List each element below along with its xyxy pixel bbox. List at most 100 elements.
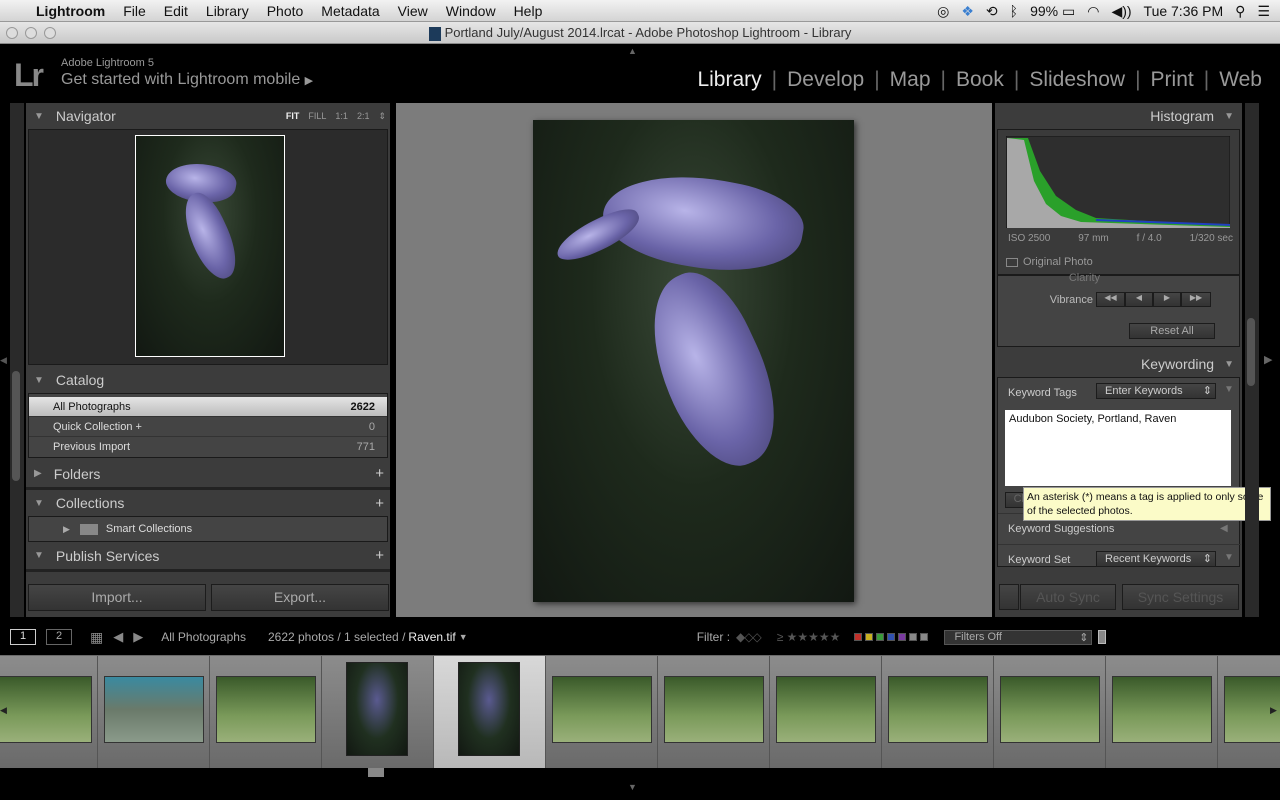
zoom-button[interactable] xyxy=(44,27,56,39)
sync-settings-button[interactable]: Sync Settings xyxy=(1122,584,1239,610)
menu-lightroom[interactable]: Lightroom xyxy=(27,3,114,19)
color-filter-swatch[interactable] xyxy=(920,633,929,641)
color-filter-swatch[interactable] xyxy=(887,633,896,641)
menu-library[interactable]: Library xyxy=(197,3,258,19)
import-button[interactable]: Import... xyxy=(28,584,206,611)
reset-all-button[interactable]: Reset All xyxy=(1129,323,1215,339)
keywords-textarea[interactable]: Audubon Society, Portland, Raven xyxy=(1005,410,1231,486)
filmstrip-thumbnail[interactable] xyxy=(216,676,316,743)
filmstrip-thumbnail[interactable] xyxy=(1000,676,1100,743)
keywording-header[interactable]: Keywording ▼ xyxy=(995,351,1242,377)
filmstrip-cell[interactable] xyxy=(770,656,882,768)
mobile-promo[interactable]: Get started with Lightroom mobile ▶ xyxy=(61,71,313,89)
module-print[interactable]: Print xyxy=(1151,68,1194,92)
navigator-thumbnail[interactable] xyxy=(135,135,285,357)
minimize-button[interactable] xyxy=(25,27,37,39)
source-label[interactable]: All Photographs xyxy=(161,630,246,644)
creative-cloud-icon[interactable]: ◎ xyxy=(937,3,949,20)
keyword-tags-select[interactable]: Enter Keywords ⇕ xyxy=(1096,383,1216,399)
filmstrip-thumbnail[interactable] xyxy=(104,676,204,743)
module-web[interactable]: Web xyxy=(1219,68,1262,92)
filmstrip-cell[interactable] xyxy=(434,656,546,768)
filmstrip-thumbnail[interactable] xyxy=(458,662,520,756)
publish-services-header[interactable]: ▼ Publish Services + xyxy=(26,542,390,572)
previous-arrow-icon[interactable]: ◀ xyxy=(113,629,123,645)
chevron-down-icon[interactable]: ▼ xyxy=(459,632,468,642)
clock[interactable]: Tue 7:36 PM xyxy=(1144,3,1224,19)
histogram-chart[interactable] xyxy=(1006,136,1230,228)
menu-window[interactable]: Window xyxy=(437,3,505,19)
auto-sync-button[interactable]: Auto Sync xyxy=(1020,584,1116,610)
vibrance-decrease-large-button[interactable]: ◀◀ xyxy=(1096,292,1125,307)
menu-file[interactable]: File xyxy=(114,3,155,19)
catalog-item-quick-collection[interactable]: Quick Collection + 0 xyxy=(29,417,387,437)
original-photo-toggle[interactable]: Original Photo xyxy=(1006,256,1093,268)
filmstrip-scrollbar[interactable] xyxy=(368,768,384,777)
flag-filter-icons[interactable]: ◆◇◇ xyxy=(736,630,762,644)
navigator-preview[interactable] xyxy=(28,129,388,365)
left-scroll-track[interactable] xyxy=(10,103,24,617)
filmstrip-thumbnail[interactable] xyxy=(346,662,408,756)
module-map[interactable]: Map xyxy=(890,68,931,92)
close-button[interactable] xyxy=(6,27,18,39)
catalog-item-all-photographs[interactable]: All Photographs 2622 xyxy=(29,397,387,417)
add-publish-service-icon[interactable]: + xyxy=(375,547,384,564)
histogram-header[interactable]: Histogram ▼ xyxy=(995,103,1242,129)
collapse-left-icon[interactable]: ◀ xyxy=(0,355,7,366)
loupe-view[interactable] xyxy=(396,103,992,617)
rating-filter-stars[interactable]: ≥ ★★★★★ xyxy=(777,630,841,644)
color-filter-swatch[interactable] xyxy=(909,633,918,641)
filmstrip-cell[interactable] xyxy=(0,656,98,768)
color-filter-swatch[interactable] xyxy=(865,633,874,641)
folders-header[interactable]: ▶ Folders + xyxy=(26,460,390,490)
navigator-header[interactable]: ▼ Navigator FIT FILL 1:1 2:1 ⇕ xyxy=(26,103,390,129)
filmstrip-cell[interactable] xyxy=(1106,656,1218,768)
color-filter-swatch[interactable] xyxy=(854,633,863,641)
battery-icon[interactable]: ▭ xyxy=(1062,3,1075,19)
spotlight-icon[interactable]: ⚲ xyxy=(1235,3,1245,20)
notification-center-icon[interactable]: ☰ xyxy=(1257,3,1270,20)
collapse-right-icon[interactable]: ▶ xyxy=(1264,353,1272,366)
catalog-header[interactable]: ▼ Catalog xyxy=(26,367,390,393)
checkbox-icon[interactable] xyxy=(1006,257,1018,267)
time-machine-icon[interactable]: ⟲ xyxy=(986,3,998,20)
module-slideshow[interactable]: Slideshow xyxy=(1029,68,1125,92)
vibrance-increase-large-button[interactable]: ▶▶ xyxy=(1181,292,1211,307)
collapse-top-icon[interactable]: ▲ xyxy=(628,46,637,56)
filmstrip-thumbnail[interactable] xyxy=(888,676,988,743)
color-filter-swatch[interactable] xyxy=(898,633,907,641)
bluetooth-icon[interactable]: ᛒ xyxy=(1010,3,1018,19)
collection-smart-collections[interactable]: ▶ Smart Collections xyxy=(28,516,388,542)
filename[interactable]: Raven.tif xyxy=(408,630,455,644)
grid-view-icon[interactable]: ▦ xyxy=(90,629,103,646)
add-folder-icon[interactable]: + xyxy=(375,465,384,482)
filmstrip-cell[interactable] xyxy=(322,656,434,768)
filmstrip-thumbnail[interactable] xyxy=(0,676,92,743)
module-book[interactable]: Book xyxy=(956,68,1004,92)
right-scrollbar[interactable] xyxy=(1247,318,1255,386)
zoom-fit[interactable]: FIT xyxy=(286,111,300,122)
filmstrip-thumbnail[interactable] xyxy=(1112,676,1212,743)
module-library[interactable]: Library xyxy=(697,68,761,92)
filmstrip-scroll-track[interactable]: ▼ xyxy=(0,768,1280,800)
vibrance-increase-button[interactable]: ▶ xyxy=(1153,292,1181,307)
right-scroll-track[interactable] xyxy=(1245,103,1259,617)
menu-edit[interactable]: Edit xyxy=(155,3,197,19)
add-collection-icon[interactable]: + xyxy=(375,495,384,512)
triangle-right-icon[interactable]: ▶ xyxy=(63,524,70,535)
secondary-window-button[interactable]: 2 xyxy=(46,629,72,645)
zoom-stepper-icon[interactable]: ⇕ xyxy=(378,111,386,122)
filmstrip-scroll-right-icon[interactable]: ▶ xyxy=(1270,705,1277,716)
menu-photo[interactable]: Photo xyxy=(258,3,313,19)
left-scrollbar[interactable] xyxy=(12,371,20,481)
filmstrip-cell[interactable] xyxy=(658,656,770,768)
export-button[interactable]: Export... xyxy=(211,584,389,611)
color-filter-swatch[interactable] xyxy=(876,633,885,641)
dropbox-icon[interactable]: ❖ xyxy=(961,3,974,20)
filmstrip-scroll-left-icon[interactable]: ◀ xyxy=(0,705,7,716)
zoom-2-1[interactable]: 2:1 xyxy=(357,111,370,122)
filters-select[interactable]: Filters Off ⇕ xyxy=(944,629,1093,645)
primary-window-button[interactable]: 1 xyxy=(10,629,36,645)
filmstrip-cell[interactable] xyxy=(882,656,994,768)
main-photo-raven[interactable] xyxy=(533,120,854,602)
